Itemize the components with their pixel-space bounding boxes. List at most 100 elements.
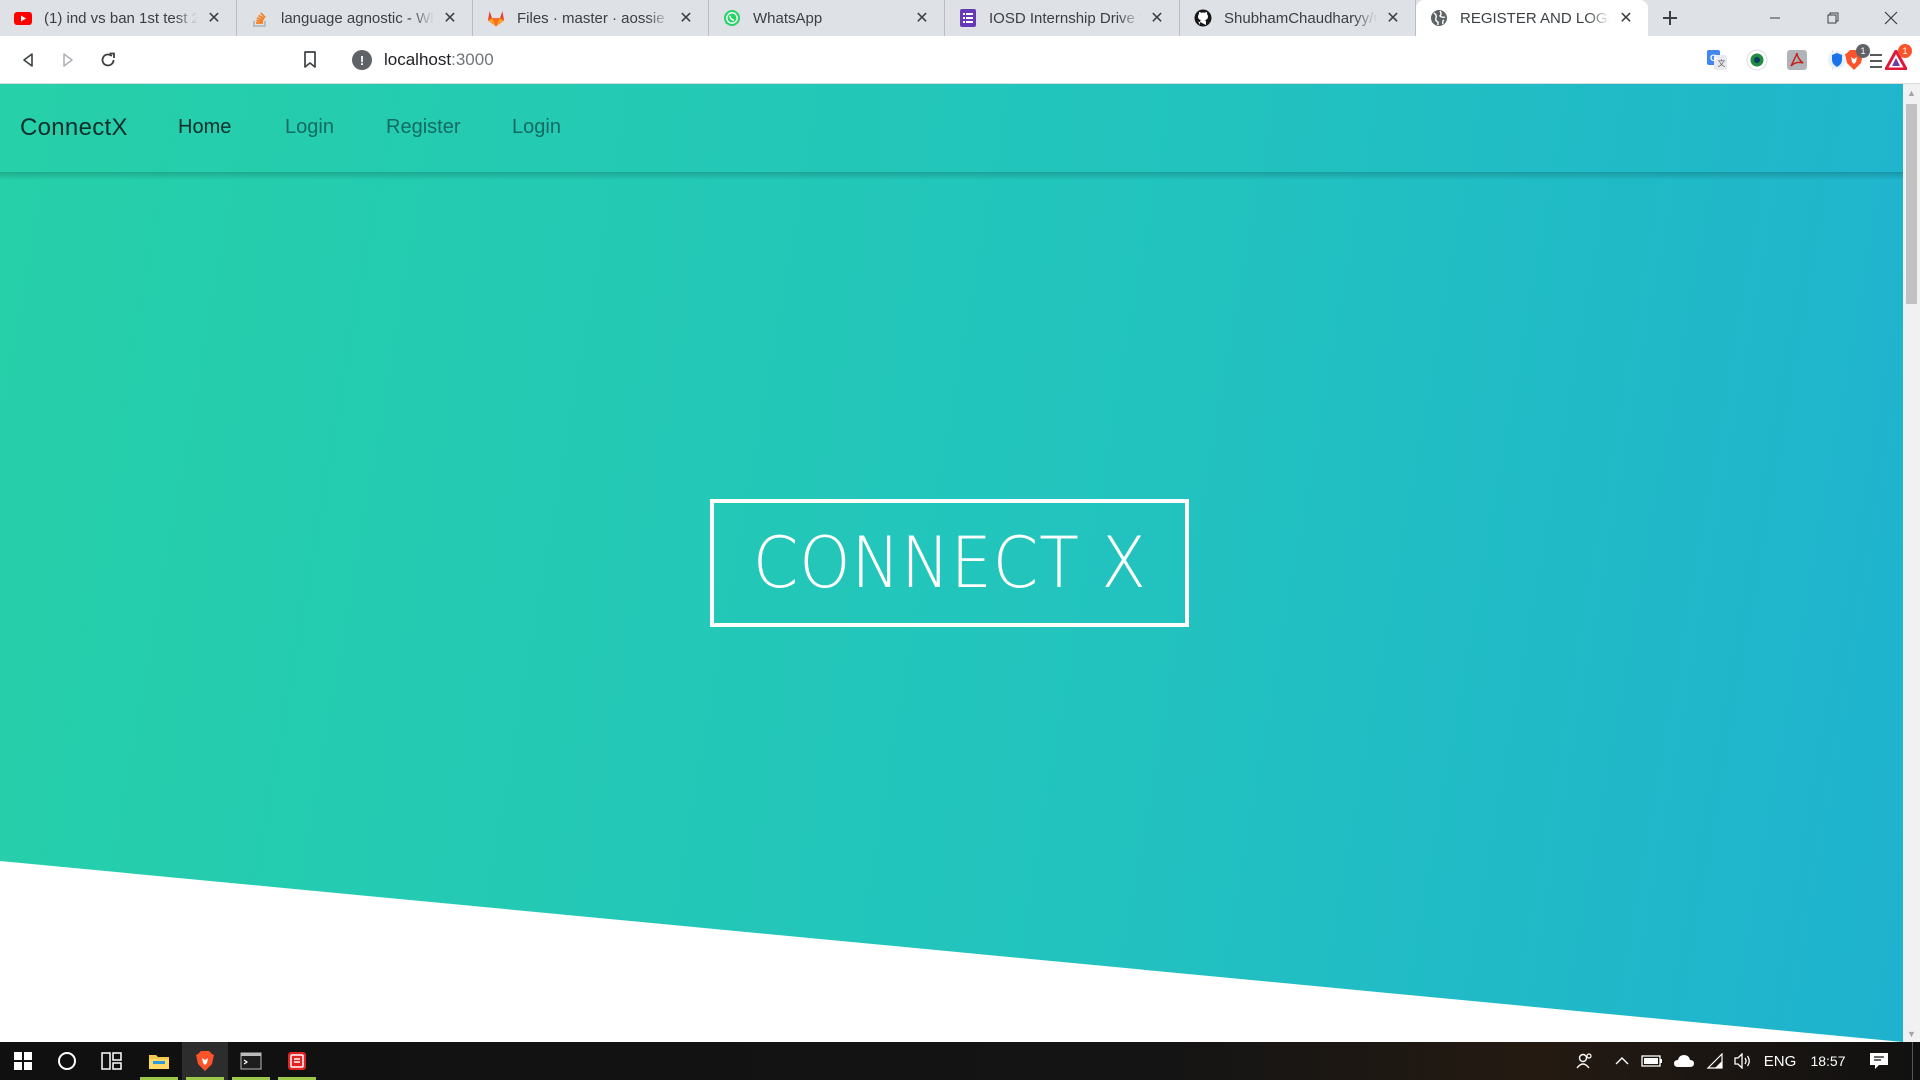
tab-register-and-login[interactable]: REGISTER AND LOGIN ✕ [1416, 0, 1648, 36]
brand-logo-link[interactable]: ConnectX [20, 114, 128, 142]
reload-button[interactable] [94, 46, 122, 74]
brave-rewards-badge: 1 [1898, 44, 1912, 58]
close-tab-icon[interactable]: ✕ [204, 8, 224, 28]
taskbar-terminal[interactable] [228, 1042, 274, 1080]
reload-icon [101, 52, 115, 67]
taskbar-brave-browser[interactable] [182, 1042, 228, 1080]
bookmark-button[interactable] [296, 46, 324, 74]
restore-icon [1827, 12, 1839, 24]
task-view-icon [101, 1052, 122, 1070]
chevron-up-icon[interactable] [1610, 1042, 1634, 1080]
browser-toolbar: ! localhost:3000 1 1 G文 [0, 36, 1920, 84]
tab-title: ShubhamChaudharyy/Cc [1224, 9, 1377, 27]
task-view-button[interactable] [89, 1042, 135, 1080]
scroll-down-arrow-icon[interactable]: ▼ [1903, 1025, 1920, 1042]
close-tab-icon[interactable]: ✕ [1383, 8, 1403, 28]
github-icon [1194, 9, 1212, 27]
browser-menu-button[interactable] [1864, 49, 1888, 73]
scroll-up-arrow-icon[interactable]: ▲ [1903, 84, 1920, 101]
clock[interactable]: 18:57 [1806, 1042, 1850, 1080]
tab-title: IOSD Internship Drive W [989, 9, 1141, 27]
brave-lion-icon [196, 1051, 214, 1071]
gitlab-icon [487, 9, 505, 27]
whatsapp-icon [723, 9, 741, 27]
extension-green-button[interactable] [1745, 48, 1769, 72]
tab-github[interactable]: ShubhamChaudharyy/Cc ✕ [1180, 0, 1416, 36]
close-tab-icon[interactable]: ✕ [1147, 8, 1167, 28]
cortana-search-button[interactable] [44, 1042, 90, 1080]
tab-title: REGISTER AND LOGIN [1460, 9, 1610, 27]
new-tab-button[interactable] [1648, 0, 1692, 36]
window-controls [1746, 0, 1920, 36]
terminal-icon [240, 1052, 262, 1070]
youtube-icon [14, 9, 32, 27]
tab-whatsapp[interactable]: WhatsApp ✕ [709, 0, 945, 36]
url-text: localhost:3000 [384, 50, 494, 70]
nav-register[interactable]: Register [386, 116, 460, 139]
tab-title: language agnostic - Wha [281, 9, 434, 27]
hamburger-menu-icon [1870, 54, 1882, 68]
language-indicator[interactable]: ENG [1760, 1042, 1800, 1080]
show-desktop-button[interactable] [1912, 1042, 1913, 1080]
plus-icon [1663, 11, 1677, 25]
tab-youtube[interactable]: (1) ind vs ban 1st test 20 ✕ [0, 0, 237, 36]
scroll-thumb[interactable] [1906, 104, 1917, 304]
close-icon [1884, 11, 1898, 25]
people-icon[interactable] [1570, 1042, 1600, 1080]
restore-button[interactable] [1804, 0, 1862, 36]
shield-icon [1828, 51, 1846, 69]
taskbar-file-explorer[interactable] [136, 1042, 182, 1080]
acrobat-icon [1787, 50, 1807, 70]
green-circle-icon [1746, 49, 1768, 71]
svg-text:文: 文 [1718, 58, 1726, 68]
onedrive-cloud-icon[interactable] [1670, 1042, 1698, 1080]
browser-tab-strip: (1) ind vs ban 1st test 20 ✕ language ag… [0, 0, 1920, 36]
address-bar[interactable]: ! localhost:3000 1 1 [336, 42, 1912, 78]
nav-home[interactable]: Home [178, 116, 231, 139]
tab-title: WhatsApp [753, 9, 823, 27]
taskbar-app-red[interactable] [274, 1042, 320, 1080]
nav-login[interactable]: Login [285, 116, 334, 139]
red-app-icon [288, 1052, 306, 1070]
back-arrow-icon [23, 53, 33, 67]
close-tab-icon[interactable]: ✕ [676, 8, 696, 28]
tab-google-forms[interactable]: IOSD Internship Drive W ✕ [945, 0, 1180, 36]
hero-title-box: CONNECT X [710, 499, 1189, 627]
forward-button[interactable] [54, 46, 82, 74]
google-translate-extension[interactable]: G文 [1705, 48, 1729, 72]
tab-title: (1) ind vs ban 1st test 20 [44, 9, 198, 27]
action-center-notification-icon[interactable] [1864, 1042, 1894, 1080]
navbar: ConnectX Home Login Register Login [0, 84, 1903, 172]
windows-logo-icon [14, 1052, 32, 1070]
close-tab-icon[interactable]: ✕ [1616, 8, 1636, 28]
battery-icon[interactable] [1638, 1042, 1666, 1080]
pdf-extension-button[interactable] [1785, 48, 1809, 72]
page-scrollbar[interactable]: ▲ ▼ [1903, 84, 1920, 1042]
hero-title: CONNECT X [752, 522, 1147, 604]
wifi-icon[interactable] [1702, 1042, 1728, 1080]
close-tab-icon[interactable]: ✕ [912, 8, 932, 28]
stackoverflow-icon [251, 9, 269, 27]
extension-shield-button[interactable] [1825, 48, 1849, 72]
forms-icon [959, 9, 977, 27]
cortana-circle-icon [58, 1052, 76, 1070]
page-viewport: ConnectX Home Login Register Login CONNE… [0, 84, 1903, 1042]
forward-arrow-icon [63, 53, 73, 67]
tab-gitlab[interactable]: Files · master · aossie / C ✕ [473, 0, 709, 36]
close-window-button[interactable] [1862, 0, 1920, 36]
globe-icon [1430, 9, 1448, 27]
tab-title: Files · master · aossie / C [517, 9, 670, 27]
close-tab-icon[interactable]: ✕ [440, 8, 460, 28]
url-port: :3000 [451, 50, 494, 69]
back-button[interactable] [14, 46, 42, 74]
volume-icon[interactable] [1730, 1042, 1756, 1080]
nav-login-secondary[interactable]: Login [512, 116, 561, 139]
start-button[interactable] [0, 1042, 46, 1080]
bookmark-icon [304, 51, 316, 68]
minimize-button[interactable] [1746, 0, 1804, 36]
info-icon[interactable]: ! [352, 50, 372, 70]
navbar-shadow [0, 172, 1903, 180]
translate-icon: G文 [1707, 50, 1727, 70]
folder-icon [149, 1055, 169, 1069]
tab-stackoverflow[interactable]: language agnostic - Wha ✕ [237, 0, 473, 36]
